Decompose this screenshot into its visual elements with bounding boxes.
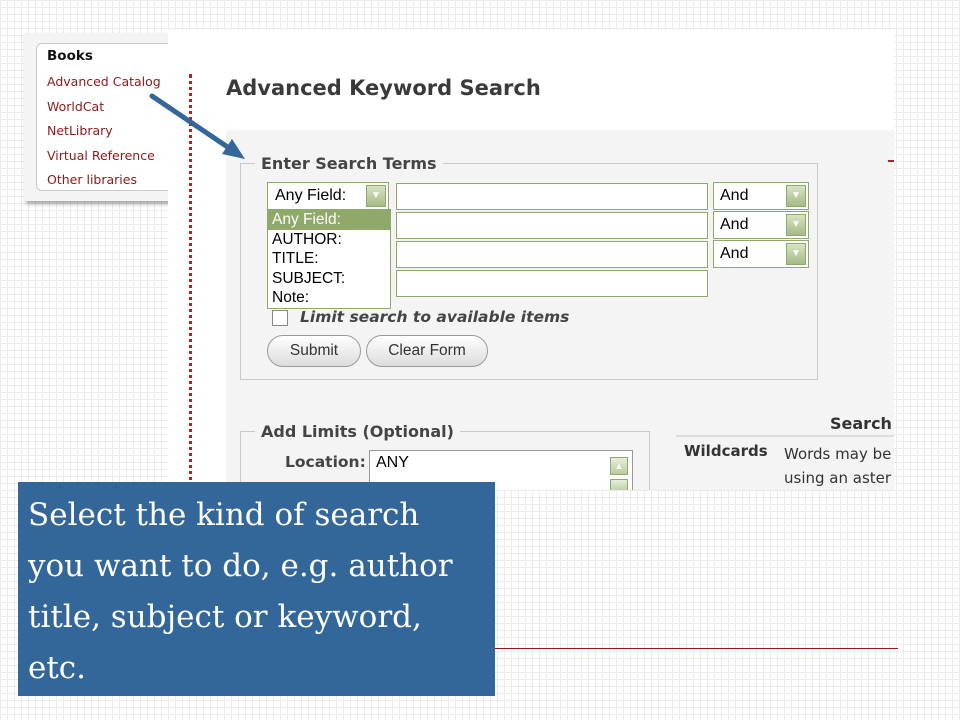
page-title: Advanced Keyword Search xyxy=(226,76,541,100)
link-virtual-reference[interactable]: Virtual Reference xyxy=(47,144,175,169)
link-advanced-catalog[interactable]: Advanced Catalog xyxy=(47,70,175,95)
books-heading: Books xyxy=(47,48,93,64)
link-other-libraries[interactable]: Other libraries xyxy=(47,168,175,193)
tips-term-wildcards: Wildcards xyxy=(684,442,768,460)
chevron-down-icon[interactable]: ▼ xyxy=(786,243,806,265)
field-select-value: Any Field: xyxy=(275,187,347,204)
dropdown-option-title[interactable]: TITLE: xyxy=(268,249,390,269)
scrollbar-thumb[interactable] xyxy=(610,479,628,490)
boolean-select-1[interactable]: And ▼ xyxy=(713,182,809,210)
tips-description: Words may be using an aster xyxy=(784,442,891,490)
link-netlibrary[interactable]: NetLibrary xyxy=(47,119,175,144)
dropdown-option-note[interactable]: Note: xyxy=(268,288,390,308)
limit-available-checkbox[interactable] xyxy=(272,310,288,326)
tips-description-line: using an aster xyxy=(784,469,892,487)
search-tips-heading: Search xyxy=(830,414,892,433)
search-term-input-1[interactable] xyxy=(396,183,708,210)
tips-description-line: Words may be xyxy=(784,445,892,463)
dropdown-option-author[interactable]: AUTHOR: xyxy=(268,230,390,250)
search-terms-legend: Enter Search Terms xyxy=(261,154,437,173)
search-term-input-4[interactable] xyxy=(396,270,708,297)
field-select-1[interactable]: Any Field: ▼ xyxy=(267,182,389,210)
add-limits-legend: Add Limits (Optional) xyxy=(261,422,454,441)
advanced-search-screenshot: Advanced Keyword Search Enter Search Ter… xyxy=(168,30,894,490)
limit-available-label: Limit search to available items xyxy=(300,308,570,326)
location-label: Location: xyxy=(285,453,366,471)
boolean-value: And xyxy=(720,245,749,262)
dotted-separator xyxy=(189,74,192,490)
location-option-any[interactable]: ANY xyxy=(376,454,409,471)
field-dropdown-list: Any Field: AUTHOR: TITLE: SUBJECT: Note: xyxy=(267,209,391,309)
caption-text: Select the kind of search you want to do… xyxy=(28,497,453,686)
dropdown-option-subject[interactable]: SUBJECT: xyxy=(268,269,390,289)
boolean-select-2[interactable]: And ▼ xyxy=(713,211,809,239)
chevron-down-icon[interactable]: ▼ xyxy=(786,185,806,207)
chevron-down-icon[interactable]: ▼ xyxy=(366,185,386,207)
submit-button[interactable]: Submit xyxy=(267,335,361,367)
books-nav-box: Books Advanced Catalog WorldCat NetLibra… xyxy=(36,43,176,191)
boolean-value: And xyxy=(720,187,749,204)
slide-bottom-rule xyxy=(494,648,898,649)
boolean-select-3[interactable]: And ▼ xyxy=(713,240,809,268)
link-worldcat[interactable]: WorldCat xyxy=(47,95,175,120)
boolean-value: And xyxy=(720,216,749,233)
tips-header-rule xyxy=(676,435,894,437)
search-term-input-2[interactable] xyxy=(396,212,708,239)
caption-box: Select the kind of search you want to do… xyxy=(18,482,495,696)
chevron-up-icon[interactable]: ▲ xyxy=(610,457,628,475)
books-sidebar-snippet: Books Advanced Catalog WorldCat NetLibra… xyxy=(24,33,176,201)
divider-accent xyxy=(888,160,894,162)
chevron-down-icon[interactable]: ▼ xyxy=(786,214,806,236)
dropdown-option-any-field[interactable]: Any Field: xyxy=(268,210,390,230)
search-term-input-3[interactable] xyxy=(396,241,708,268)
clear-form-button[interactable]: Clear Form xyxy=(366,335,488,367)
